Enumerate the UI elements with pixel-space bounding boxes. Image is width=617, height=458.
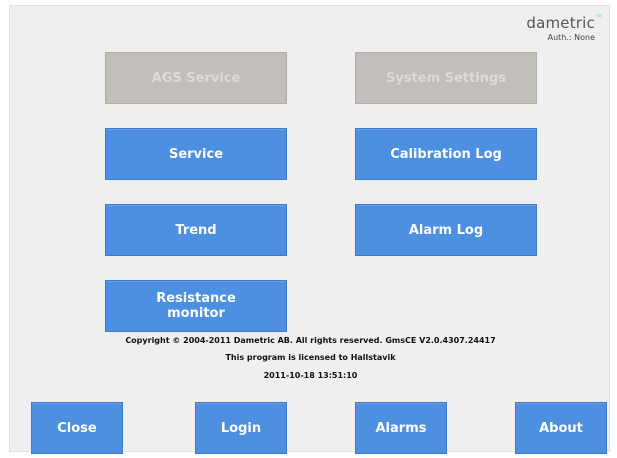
brand-text: dametric xyxy=(526,14,595,32)
system-settings-button[interactable]: System Settings xyxy=(355,52,537,104)
license-text: This program is licensed to Hallstavik xyxy=(225,353,396,362)
ags-service-button[interactable]: AGS Service xyxy=(105,52,287,104)
resistance-monitor-button[interactable]: Resistance monitor xyxy=(105,280,287,332)
copyright-text: Copyright © 2004-2011 Dametric AB. All r… xyxy=(125,336,496,345)
trend-button[interactable]: Trend xyxy=(105,204,287,256)
brand-mark-icon xyxy=(596,14,602,17)
datetime-text: 2011-10-18 13:51:10 xyxy=(263,371,358,380)
close-button[interactable]: Close xyxy=(31,402,123,454)
calibration-log-button[interactable]: Calibration Log xyxy=(355,128,537,180)
service-button[interactable]: Service xyxy=(105,128,287,180)
brand-name: dametric xyxy=(526,14,602,32)
alarms-button[interactable]: Alarms xyxy=(355,402,447,454)
auth-status: Auth.: None xyxy=(547,33,595,42)
main-screen: dametric Auth.: None AGS Service System … xyxy=(9,5,610,454)
about-button[interactable]: About xyxy=(515,402,607,454)
logo: dametric Auth.: None xyxy=(526,13,602,42)
login-button[interactable]: Login xyxy=(195,402,287,454)
alarm-log-button[interactable]: Alarm Log xyxy=(355,204,537,256)
